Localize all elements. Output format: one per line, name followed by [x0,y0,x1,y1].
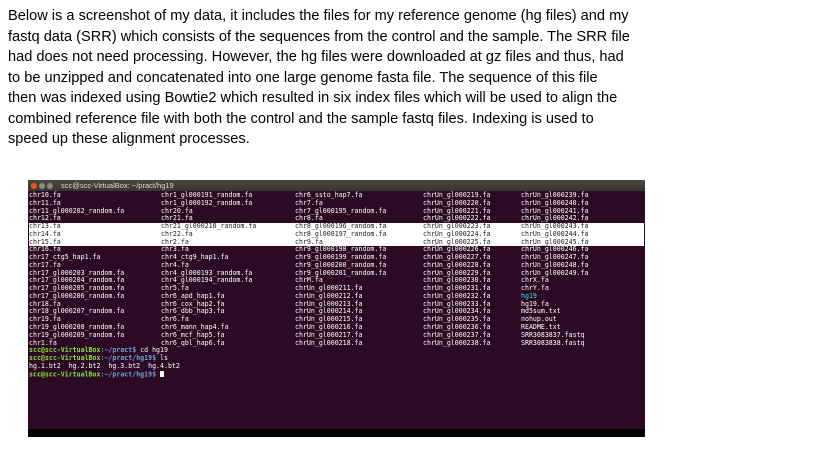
shell-prompt-line: scc@scc-VirtualBox:~/pract/hg19$ [29,370,644,379]
prompt-user: scc@scc-VirtualBox [29,354,101,363]
prompt-path: :~/pract/hg19$ [100,354,157,363]
paragraph-line: speed up these alignment processes. [8,131,250,147]
paragraph-line: had does not need processing. However, t… [8,49,624,65]
terminal-titlebar: scc@scc-VirtualBox: ~/pract/hg19 [28,180,645,191]
terminal-cursor [160,370,165,378]
terminal-screenshot: scc@scc-VirtualBox: ~/pract/hg19 chr10.f… [28,180,645,437]
paragraph-line: then was indexed using Bowtie2 which res… [8,90,618,106]
paragraph-line: to be unzipped and concatenated into one… [8,69,598,86]
file-name: chr6_qbl_hap6.fa [161,338,225,347]
file-name: SRR3083838.fastq [521,338,585,347]
paragraph-line: combined reference file with both the co… [8,110,594,127]
close-window-icon[interactable] [31,182,37,189]
maximize-window-icon[interactable] [47,182,53,189]
terminal-output[interactable]: chr10.fa chr1_gl000191_random.fa chr6_ssto… [28,191,645,378]
command-text: ls [156,354,168,363]
document-paragraph: Below is a screenshot of my data, it inc… [8,6,808,150]
file-name: chrUn_gl000238.fa [423,338,491,347]
paragraph-line: fastq data (SRR) which consists of the s… [8,28,630,45]
file-name: chrUn_gl000218.fa [295,338,363,347]
minimize-window-icon[interactable] [39,182,45,189]
prompt-user: scc@scc-VirtualBox [29,370,101,379]
paragraph-line: Below is a screenshot of my data, it inc… [8,8,629,24]
terminal-bottom-bar [28,429,645,437]
terminal-title: scc@scc-VirtualBox: ~/pract/hg19 [61,181,174,190]
prompt-path: :~/pract/hg19$ [100,370,157,379]
